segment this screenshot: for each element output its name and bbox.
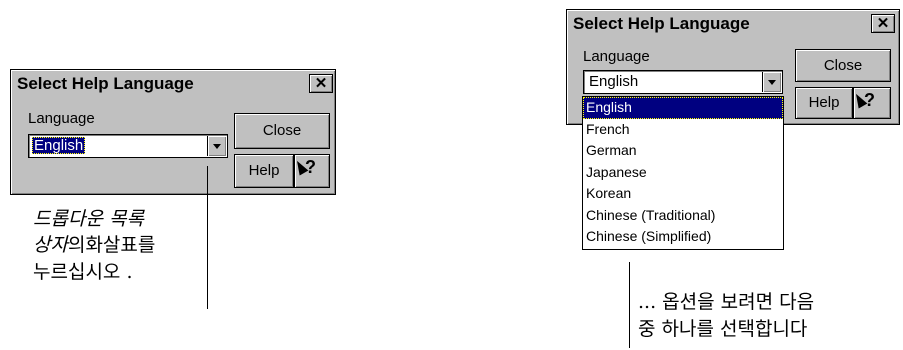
callout-left-text3: 누르십시오 .	[33, 261, 133, 283]
close-button[interactable]: Close	[234, 113, 330, 149]
language-dropdown[interactable]: English	[583, 70, 783, 94]
dialog-title: Select Help Language	[17, 74, 194, 93]
language-dropdown-value: English	[589, 73, 639, 90]
language-option[interactable]: English	[583, 97, 783, 119]
callout-left-line1: 드롭다운 목록	[33, 207, 144, 232]
language-dropdown[interactable]: English	[28, 134, 228, 158]
dialog-title: Select Help Language	[573, 14, 750, 33]
question-mark-icon: ?	[864, 90, 875, 110]
chevron-down-icon[interactable]	[762, 72, 781, 92]
whats-this-button[interactable]: ?	[292, 154, 330, 188]
callout-right-line2: 중 하나를 선택합니다	[638, 317, 807, 342]
callout-left-italic: 상자	[33, 234, 68, 256]
language-option[interactable]: German	[583, 140, 783, 162]
language-dropdown-value: English	[32, 137, 86, 154]
dialog-title-bar[interactable]: Select Help Language ✕	[569, 12, 897, 34]
callout-right-line1: ... 옵션을 보려면 다음	[638, 290, 814, 315]
question-mark-icon: ?	[305, 157, 316, 177]
callout-left-rest: 의화살표를	[67, 234, 156, 256]
language-label: Language	[583, 48, 650, 65]
help-button[interactable]: Help	[234, 154, 294, 188]
callout-left-line3: 누르십시오 .	[33, 260, 132, 285]
callout-line-right	[629, 262, 630, 348]
language-options-list: English French German Japanese Korean Chinese…	[582, 96, 784, 250]
chevron-down-icon[interactable]	[207, 136, 226, 156]
language-option[interactable]: Chinese (Simplified)	[583, 226, 783, 248]
close-icon[interactable]: ✕	[309, 74, 333, 93]
language-option[interactable]: Korean	[583, 183, 783, 205]
language-option[interactable]: Chinese (Traditional)	[583, 205, 783, 227]
select-help-language-dialog: Select Help Language ✕ Language English …	[10, 69, 336, 195]
callout-left-line2: 상자의화살표를	[33, 233, 155, 258]
close-icon[interactable]: ✕	[871, 14, 895, 33]
callout-line-left	[207, 166, 208, 309]
callout-right-text2: 중 하나를 선택합니다	[638, 318, 808, 340]
callout-right-text1: ... 옵션을 보려면 다음	[638, 291, 815, 313]
language-label: Language	[28, 110, 95, 127]
language-option[interactable]: French	[583, 119, 783, 141]
help-button[interactable]: Help	[795, 87, 853, 119]
dialog-title-bar[interactable]: Select Help Language ✕	[13, 72, 333, 94]
whats-this-button[interactable]: ?	[851, 87, 891, 119]
language-option[interactable]: Japanese	[583, 162, 783, 184]
callout-left-text1: 드롭다운 목록	[33, 208, 144, 230]
close-button[interactable]: Close	[795, 49, 891, 82]
